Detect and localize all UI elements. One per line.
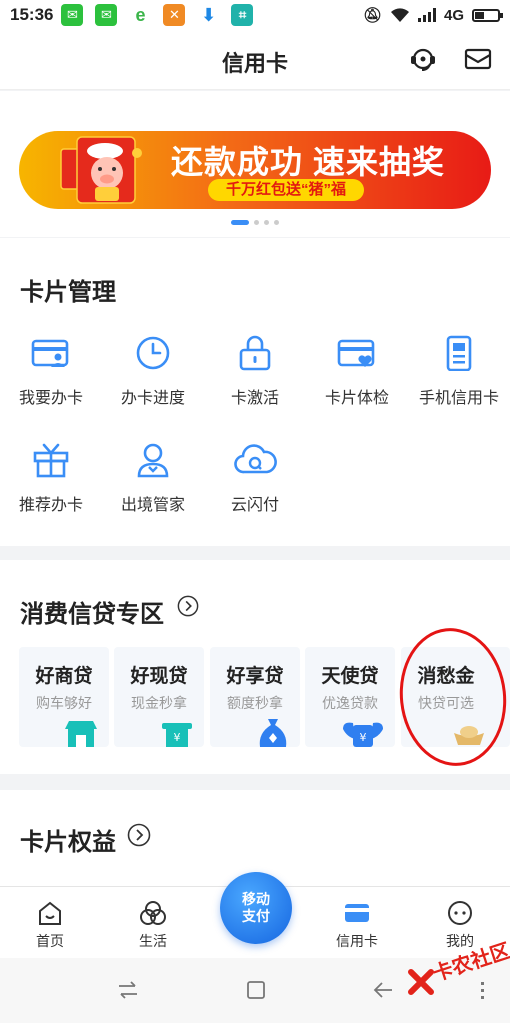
scan-app-icon: ⌗: [231, 4, 254, 26]
grid-item-label: 手机信用卡: [418, 390, 499, 407]
wechat-icon: ✉: [61, 4, 84, 26]
browser-icon: e: [129, 4, 152, 26]
section-title-credit-zone: 消费信贷专区: [20, 601, 164, 628]
tab-label: 信用卡: [336, 933, 378, 949]
loan-desc: 购车够好: [36, 695, 92, 711]
battery-icon: [472, 8, 503, 22]
customer-service-icon[interactable]: [408, 44, 438, 74]
pay-label-line2: 支付: [242, 908, 270, 924]
mail-icon[interactable]: [463, 44, 493, 74]
grid-item-progress[interactable]: 办卡进度: [102, 335, 204, 408]
apply-card-icon: [31, 339, 69, 367]
download-icon: ⬇: [197, 4, 220, 26]
carousel-indicator: [231, 220, 279, 225]
loan-card-haoshang[interactable]: 好商贷 购车够好: [19, 647, 109, 747]
grid-item-overseas[interactable]: 出境管家: [102, 442, 204, 515]
loan-name: 好现贷: [130, 666, 188, 687]
home-icon: [39, 901, 61, 925]
cloud-pay-icon: [234, 444, 277, 474]
pay-label-line1: 移动: [242, 891, 270, 907]
storefront-icon: [65, 721, 97, 747]
wifi-icon: [390, 8, 409, 22]
chevron-right-circle-icon[interactable]: [177, 595, 199, 617]
grid-item-label: 推荐办卡: [18, 497, 83, 514]
loan-desc: 优逸贷款: [322, 695, 378, 711]
grid-item-label: 办卡进度: [120, 390, 185, 407]
carousel-dot: [254, 220, 259, 225]
home-square-icon[interactable]: [244, 978, 268, 1002]
butler-icon: [137, 443, 169, 478]
chevron-right-circle-icon[interactable]: [127, 823, 151, 847]
money-bag-icon: [259, 719, 287, 747]
svg-text:¥: ¥: [360, 731, 367, 744]
tab-label: 生活: [139, 933, 167, 949]
recent-apps-icon[interactable]: [116, 978, 140, 1002]
credit-card-icon: [345, 904, 369, 922]
mobile-pay-button[interactable]: 移动 支付: [220, 872, 292, 944]
section-title-card-benefits: 卡片权益: [20, 829, 116, 856]
grid-item-label: 我要办卡: [18, 390, 83, 407]
grid-item-cloud-pay[interactable]: 云闪付: [204, 442, 306, 515]
grid-item-label: 云闪付: [230, 497, 279, 514]
gift-icon: [33, 443, 69, 478]
tab-label: 首页: [36, 933, 64, 949]
network-type: 4G: [443, 6, 464, 24]
shuffle-app-icon: ✕: [163, 4, 186, 26]
loan-name: 天使贷: [321, 666, 379, 687]
grid-item-apply-card[interactable]: 我要办卡: [0, 335, 102, 408]
clock-icon: [136, 336, 170, 370]
grid-item-activate[interactable]: 卡激活: [204, 335, 306, 408]
phone-card-icon: [446, 335, 472, 371]
wechat-icon-2: ✉: [95, 4, 118, 26]
loan-name: 好商贷: [35, 666, 93, 687]
back-arrow-icon[interactable]: [371, 978, 395, 1002]
loan-name: 好享贷: [226, 666, 284, 687]
cash-atm-icon: ¥: [162, 723, 192, 747]
loan-desc: 额度秒拿: [227, 695, 283, 711]
profile-face-icon: [448, 901, 472, 925]
banner-subtitle: 千万红包送“猪”福: [208, 179, 365, 201]
loan-desc: 现金秒拿: [131, 695, 187, 711]
watermark-logo-icon: [408, 969, 434, 995]
svg-text:¥: ¥: [174, 731, 181, 744]
lock-icon: [239, 335, 271, 371]
tab-home[interactable]: 首页: [20, 899, 80, 951]
grid-item-card-check[interactable]: 卡片体检: [306, 335, 408, 408]
banner-title: 还款成功 速来抽奖: [171, 144, 445, 180]
promo-banner[interactable]: 还款成功 速来抽奖 千万红包送“猪”福: [19, 131, 491, 209]
loan-card-haoxian[interactable]: 好现贷 现金秒拿 ¥: [114, 647, 204, 747]
loan-card-tianshi[interactable]: 天使贷 优逸贷款 ¥: [305, 647, 395, 747]
banner-area: 还款成功 速来抽奖 千万红包送“猪”福: [0, 91, 510, 237]
grid-item-phone-card[interactable]: 手机信用卡: [408, 335, 510, 408]
carousel-dot: [274, 220, 279, 225]
signal-icon: [417, 8, 436, 22]
life-circles-icon: [140, 901, 166, 925]
status-time: 15:36: [10, 5, 54, 24]
lucky-pig-icon: [60, 136, 142, 204]
tab-credit-card[interactable]: 信用卡: [327, 899, 387, 951]
mute-bell-icon: 🔕︎: [362, 7, 382, 24]
status-bar: 15:36 ✉ ✉ e ✕ ⬇ ⌗ 🔕︎ 4G: [0, 0, 510, 30]
header: 信用卡: [0, 30, 510, 90]
card-heart-icon: [337, 339, 375, 367]
grid-item-label: 卡片体检: [324, 390, 389, 407]
carousel-dot-active: [231, 220, 249, 225]
angel-wing-icon: ¥: [343, 722, 383, 747]
grid-item-recommend[interactable]: 推荐办卡: [0, 442, 102, 515]
watermark: 卡农社区: [405, 940, 510, 998]
loan-card-haoxiang[interactable]: 好享贷 额度秒拿: [210, 647, 300, 747]
carousel-dot: [264, 220, 269, 225]
grid-item-label: 出境管家: [120, 497, 185, 514]
tab-life[interactable]: 生活: [123, 899, 183, 951]
section-title-card-management: 卡片管理: [20, 279, 116, 306]
grid-item-label: 卡激活: [230, 390, 279, 407]
